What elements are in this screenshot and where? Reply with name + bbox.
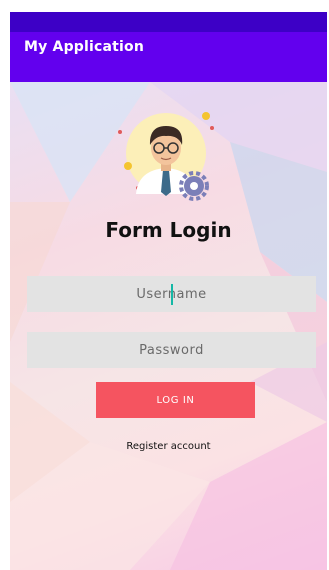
password-input[interactable] xyxy=(27,332,316,368)
text-cursor xyxy=(171,284,173,305)
phone-screen: My Application Form Login Username LOG I… xyxy=(10,12,327,570)
login-button[interactable]: LOG IN xyxy=(96,382,255,418)
avatar-icon xyxy=(118,112,214,201)
status-bar xyxy=(10,12,327,32)
form-title: Form Login xyxy=(105,218,232,242)
app-title: My Application xyxy=(24,39,145,55)
login-screen: Form Login LOG IN Register account xyxy=(10,82,327,570)
register-account-link[interactable]: Register account xyxy=(10,441,327,452)
